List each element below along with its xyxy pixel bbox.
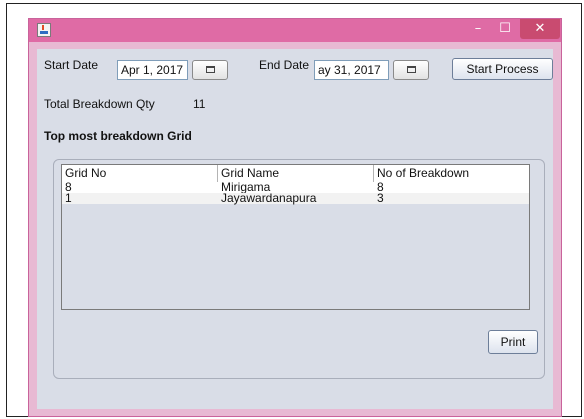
column-header-no-of-breakdown[interactable]: No of Breakdown <box>374 165 529 182</box>
minimize-button[interactable]: – <box>465 19 491 39</box>
start-date-field[interactable]: Apr 1, 2017 <box>117 60 188 80</box>
end-date-label: End Date <box>259 58 310 72</box>
start-process-button[interactable]: Start Process <box>452 58 553 80</box>
table-body: 8 Mirigama 8 1 Jayawardanapura 3 <box>62 181 529 205</box>
total-breakdown-value: 11 <box>193 97 206 111</box>
grid-section-title: Top most breakdown Grid <box>44 129 192 143</box>
close-button[interactable]: ✕ <box>520 19 560 39</box>
total-breakdown-label: Total Breakdown Qty <box>44 97 155 111</box>
column-header-grid-no[interactable]: Grid No <box>62 165 218 182</box>
title-bar[interactable]: – ☐ ✕ <box>29 19 561 42</box>
start-date-calendar-button[interactable] <box>192 60 228 80</box>
calendar-icon <box>407 66 416 73</box>
cell-grid-no: 1 <box>65 191 72 205</box>
end-date-field[interactable]: ay 31, 2017 <box>314 60 389 80</box>
table-row[interactable]: 1 Jayawardanapura 3 <box>62 191 529 205</box>
print-button[interactable]: Print <box>488 330 538 354</box>
table-header: Grid No Grid Name No of Breakdown <box>62 165 529 183</box>
maximize-button[interactable]: ☐ <box>492 19 518 39</box>
java-app-icon <box>37 23 51 37</box>
calendar-icon <box>206 66 215 73</box>
cell-no-of-breakdown: 3 <box>377 191 384 205</box>
start-date-label: Start Date <box>44 58 99 72</box>
cell-grid-name: Jayawardanapura <box>221 191 317 205</box>
breakdown-table[interactable]: Grid No Grid Name No of Breakdown 8 Miri… <box>61 164 530 310</box>
app-window: – ☐ ✕ Start Date Apr 1, 2017 End Date ay… <box>28 18 562 417</box>
end-date-calendar-button[interactable] <box>393 60 429 80</box>
